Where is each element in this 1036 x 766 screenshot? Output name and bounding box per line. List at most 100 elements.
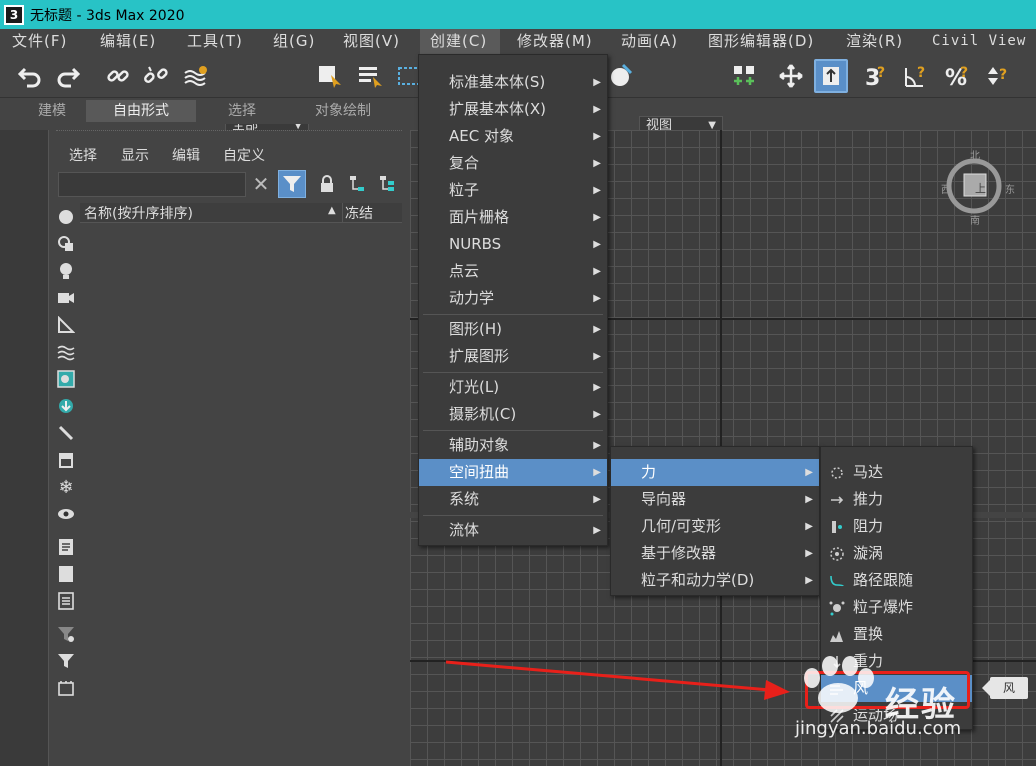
- tab-object-paint[interactable]: 对象绘制: [290, 100, 396, 122]
- menu-animation[interactable]: 动画(A): [621, 29, 678, 54]
- column-name-header[interactable]: 名称(按升序排序): [84, 203, 193, 223]
- menu-item-label: 置换: [853, 625, 884, 643]
- unlink-icon[interactable]: [142, 62, 170, 90]
- menu-rendering[interactable]: 渲染(R): [846, 29, 903, 54]
- menu-item-systems[interactable]: 系统 ▶: [419, 486, 607, 513]
- submenu-arrow-icon: ▶: [593, 77, 601, 88]
- lock-icon[interactable]: [318, 174, 336, 194]
- force-item-vortex[interactable]: 漩涡: [821, 540, 972, 567]
- lights-filter-icon[interactable]: [57, 262, 75, 280]
- select-object-icon[interactable]: [316, 62, 344, 90]
- menu-modifiers[interactable]: 修改器(M): [517, 29, 593, 54]
- menu-item-compound[interactable]: 复合 ▶: [419, 150, 607, 177]
- link-icon[interactable]: [104, 62, 132, 90]
- tab-selection[interactable]: 选择: [200, 100, 284, 122]
- xrefs-filter-icon[interactable]: [57, 397, 75, 415]
- submenu-item-deflectors[interactable]: 导向器 ▶: [611, 486, 819, 513]
- containers-filter-icon[interactable]: [57, 451, 75, 469]
- spacewarps-filter-icon[interactable]: [57, 343, 75, 361]
- menu-item-standard-primitives[interactable]: 标准基本体(S) ▶: [419, 69, 607, 96]
- menu-tools[interactable]: 工具(T): [187, 29, 243, 54]
- submenu-item-forces[interactable]: 力 ▶: [611, 459, 819, 486]
- submenu-item-modifier-based[interactable]: 基于修改器 ▶: [611, 540, 819, 567]
- menu-item-label: 灯光(L): [449, 378, 500, 396]
- groups-filter-icon[interactable]: [57, 370, 75, 388]
- submenu-item-geometric-deformable[interactable]: 几何/可变形 ▶: [611, 513, 819, 540]
- menu-item-patch-grids[interactable]: 面片栅格 ▶: [419, 204, 607, 231]
- menu-bar: 文件(F) 编辑(E) 工具(T) 组(G) 视图(V) 创建(C) 修改器(M…: [0, 29, 1036, 54]
- explorer-search-input[interactable]: [58, 172, 246, 197]
- column-frozen-header[interactable]: 冻结: [342, 203, 373, 223]
- menu-edit[interactable]: 编辑(E): [100, 29, 156, 54]
- explorer-list[interactable]: [80, 224, 402, 766]
- submenu-item-particles-dynamics[interactable]: 粒子和动力学(D) ▶: [611, 567, 819, 594]
- force-item-motor[interactable]: 马达: [821, 459, 972, 486]
- helpers-filter-icon[interactable]: [57, 316, 75, 334]
- shapes-filter-icon[interactable]: [57, 235, 75, 253]
- menu-civil-view[interactable]: Civil View: [932, 29, 1026, 54]
- hierarchy-expand-icon[interactable]: [378, 174, 396, 194]
- move-icon[interactable]: [777, 62, 805, 90]
- submenu-arrow-icon: ▶: [593, 293, 601, 304]
- menu-item-shapes[interactable]: 图形(H) ▶: [419, 316, 607, 343]
- cameras-filter-icon[interactable]: [57, 289, 75, 307]
- submenu-arrow-icon: ▶: [593, 409, 601, 420]
- menu-file[interactable]: 文件(F): [12, 29, 67, 54]
- menu-create[interactable]: 创建(C): [420, 29, 500, 54]
- redo-icon[interactable]: [54, 62, 82, 90]
- geometry-filter-icon[interactable]: [57, 208, 75, 226]
- filter-settings-icon[interactable]: [57, 625, 75, 643]
- bones-filter-icon[interactable]: [57, 424, 75, 442]
- menu-item-nurbs[interactable]: NURBS ▶: [419, 231, 607, 258]
- baidu-paw-logo: [804, 656, 874, 713]
- snap-3d-icon[interactable]: 3?: [862, 62, 890, 90]
- bind-spacewarp-icon[interactable]: [182, 62, 210, 90]
- filter-toggle-button[interactable]: [278, 170, 306, 198]
- menu-item-extended-primitives[interactable]: 扩展基本体(X) ▶: [419, 96, 607, 123]
- force-item-push[interactable]: 推力: [821, 486, 972, 513]
- select-by-name-icon[interactable]: [356, 62, 384, 90]
- force-item-pbomb[interactable]: 粒子爆炸: [821, 594, 972, 621]
- rotate-icon[interactable]: [606, 62, 634, 90]
- explorer-tab-edit[interactable]: 编辑: [172, 145, 200, 165]
- spinner-snap-icon[interactable]: ?: [984, 62, 1012, 90]
- menu-item-aec-objects[interactable]: AEC 对象 ▶: [419, 123, 607, 150]
- layer-explorer-icon[interactable]: [57, 679, 75, 697]
- menu-item-label: 马达: [853, 463, 884, 481]
- menu-group[interactable]: 组(G): [273, 29, 315, 54]
- menu-item-fluids[interactable]: 流体 ▶: [419, 517, 607, 544]
- select-move-toggle[interactable]: [814, 59, 848, 93]
- list-page-icon[interactable]: [57, 592, 75, 610]
- force-item-displace[interactable]: 置换: [821, 621, 972, 648]
- explorer-tab-customize[interactable]: 自定义: [223, 145, 265, 165]
- force-item-drag[interactable]: 阻力: [821, 513, 972, 540]
- menu-graph-editors[interactable]: 图形编辑器(D): [708, 29, 814, 54]
- clear-search-icon[interactable]: ✕: [250, 172, 272, 196]
- menu-item-dynamics[interactable]: 动力学 ▶: [419, 285, 607, 312]
- menu-item-particles[interactable]: 粒子 ▶: [419, 177, 607, 204]
- angle-snap-icon[interactable]: ?: [902, 62, 930, 90]
- blank-page-icon[interactable]: [57, 565, 75, 583]
- submenu-arrow-icon: ▶: [805, 494, 813, 505]
- frozen-filter-icon[interactable]: ❄: [57, 477, 75, 498]
- menu-view[interactable]: 视图(V): [343, 29, 400, 54]
- tab-modeling[interactable]: 建模: [22, 100, 82, 122]
- explorer-tab-select[interactable]: 选择: [69, 145, 97, 165]
- menu-item-label: 空间扭曲: [449, 463, 510, 481]
- tab-freeform[interactable]: 自由形式: [86, 100, 196, 122]
- percent-snap-icon[interactable]: %?: [944, 62, 972, 90]
- hidden-filter-icon[interactable]: [57, 505, 75, 523]
- filter-icon[interactable]: [57, 652, 75, 670]
- menu-item-lights[interactable]: 灯光(L) ▶: [419, 374, 607, 401]
- hierarchy-icon[interactable]: [348, 174, 366, 194]
- menu-item-helpers[interactable]: 辅助对象 ▶: [419, 432, 607, 459]
- undo-icon[interactable]: [16, 62, 44, 90]
- explorer-tab-display[interactable]: 显示: [121, 145, 149, 165]
- page-icon[interactable]: [57, 538, 75, 556]
- force-item-path-follow[interactable]: 路径跟随: [821, 567, 972, 594]
- menu-item-space-warps[interactable]: 空间扭曲 ▶: [419, 459, 607, 486]
- menu-item-extended-shapes[interactable]: 扩展图形 ▶: [419, 343, 607, 370]
- pivot-icon[interactable]: [730, 62, 758, 90]
- menu-item-point-cloud[interactable]: 点云 ▶: [419, 258, 607, 285]
- menu-item-cameras[interactable]: 摄影机(C) ▶: [419, 401, 607, 428]
